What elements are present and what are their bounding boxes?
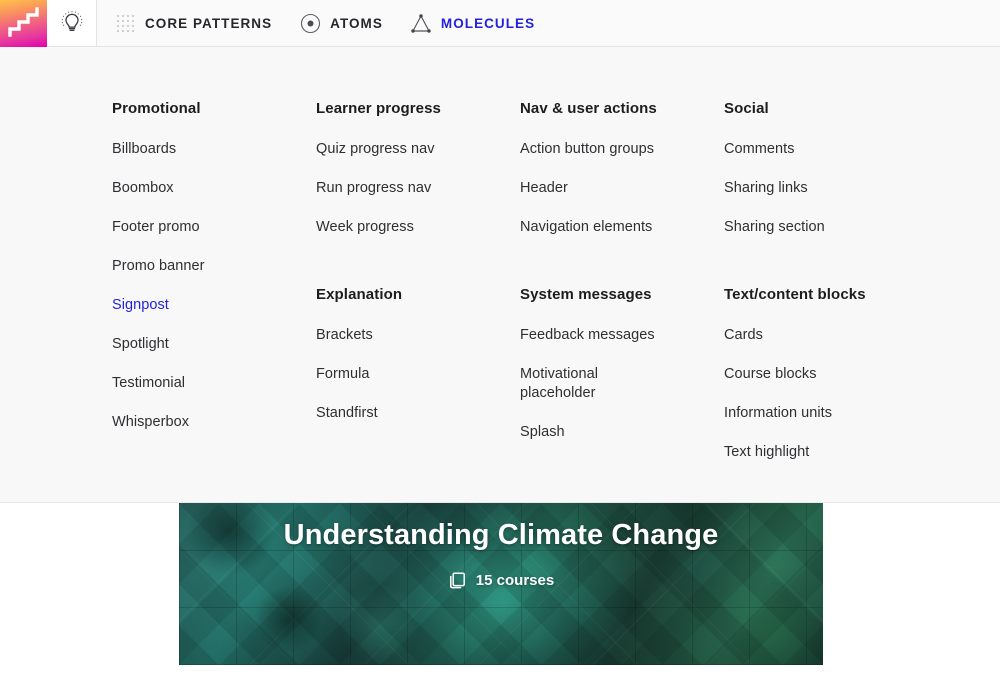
menu-group-promotional: Promotional Billboards Boombox Footer pr… [112,100,316,432]
group-spacer [520,273,724,286]
menu-link-action-button-groups[interactable]: Action button groups [520,140,724,159]
menu-link-promo-banner[interactable]: Promo banner [112,257,316,276]
lightbulb-button[interactable] [47,0,97,46]
menu-group-text-content-blocks: Text/content blocks Cards Course blocks … [724,286,928,462]
dot-grid-icon [114,12,136,34]
menu-link-spotlight[interactable]: Spotlight [112,335,316,354]
top-header-bar: CORE PATTERNS ATOMS [0,0,1000,47]
group-spacer [316,273,520,286]
banner-course-count-label: 15 courses [476,572,554,589]
menu-link-whisperbox[interactable]: Whisperbox [112,413,316,432]
menu-group-learner-progress: Learner progress Quiz progress nav Run p… [316,100,520,237]
menu-link-week-progress[interactable]: Week progress [316,218,520,237]
group-title: Explanation [316,286,520,304]
menu-link-header[interactable]: Header [520,179,724,198]
lightbulb-icon [59,10,85,36]
nav-label-atoms: ATOMS [330,16,383,31]
menu-column-4: Social Comments Sharing links Sharing se… [724,100,928,462]
group-title: Learner progress [316,100,520,118]
molecule-triangle-icon [410,12,432,34]
stairs-logo-glyph [0,0,47,47]
menu-group-nav-user-actions: Nav & user actions Action button groups … [520,100,724,237]
menu-link-cards[interactable]: Cards [724,326,928,345]
nav-item-molecules[interactable]: MOLECULES [410,0,535,46]
group-spacer [724,273,928,286]
app-root: CORE PATTERNS ATOMS [0,0,1000,690]
menu-link-formula[interactable]: Formula [316,365,520,384]
course-banner[interactable]: Understanding Climate Change 15 courses [179,503,823,665]
group-title: Social [724,100,928,118]
mega-menu-panel: Promotional Billboards Boombox Footer pr… [0,47,1000,503]
menu-link-feedback-messages[interactable]: Feedback messages [520,326,724,345]
group-title: System messages [520,286,724,304]
menu-link-sharing-section[interactable]: Sharing section [724,218,928,237]
nav-label-core-patterns: CORE PATTERNS [145,16,272,31]
menu-link-sharing-links[interactable]: Sharing links [724,179,928,198]
nav-item-core-patterns[interactable]: CORE PATTERNS [114,0,272,46]
menu-link-footer-promo[interactable]: Footer promo [112,218,316,237]
menu-link-motivational-placeholder[interactable]: Motivational placeholder [520,365,630,403]
menu-link-navigation-elements[interactable]: Navigation elements [520,218,724,237]
menu-link-boombox[interactable]: Boombox [112,179,316,198]
menu-link-quiz-progress-nav[interactable]: Quiz progress nav [316,140,520,159]
primary-nav: CORE PATTERNS ATOMS [97,0,562,46]
group-title: Text/content blocks [724,286,928,304]
mega-menu-columns: Promotional Billboards Boombox Footer pr… [112,100,960,462]
nav-item-atoms[interactable]: ATOMS [299,0,383,46]
menu-link-information-units[interactable]: Information units [724,404,928,423]
atom-icon [299,12,321,34]
menu-link-run-progress-nav[interactable]: Run progress nav [316,179,520,198]
menu-column-1: Promotional Billboards Boombox Footer pr… [112,100,316,462]
menu-column-2: Learner progress Quiz progress nav Run p… [316,100,520,462]
banner-title: Understanding Climate Change [284,517,719,553]
nav-label-molecules: MOLECULES [441,16,535,31]
menu-link-brackets[interactable]: Brackets [316,326,520,345]
menu-link-splash[interactable]: Splash [520,423,724,442]
stairs-logo[interactable] [0,0,47,47]
stacked-pages-icon [448,571,467,590]
banner-course-count: 15 courses [448,571,554,590]
menu-link-billboards[interactable]: Billboards [112,140,316,159]
menu-group-explanation: Explanation Brackets Formula Standfirst [316,286,520,423]
menu-link-text-highlight[interactable]: Text highlight [724,443,928,462]
banner-content: Understanding Climate Change 15 courses [179,503,823,665]
menu-group-system-messages: System messages Feedback messages Motiva… [520,286,724,442]
menu-link-testimonial[interactable]: Testimonial [112,374,316,393]
group-title: Nav & user actions [520,100,724,118]
menu-link-comments[interactable]: Comments [724,140,928,159]
group-title: Promotional [112,100,316,118]
menu-group-social: Social Comments Sharing links Sharing se… [724,100,928,237]
menu-link-standfirst[interactable]: Standfirst [316,404,520,423]
menu-link-course-blocks[interactable]: Course blocks [724,365,928,384]
menu-column-3: Nav & user actions Action button groups … [520,100,724,462]
menu-link-signpost[interactable]: Signpost [112,296,316,315]
